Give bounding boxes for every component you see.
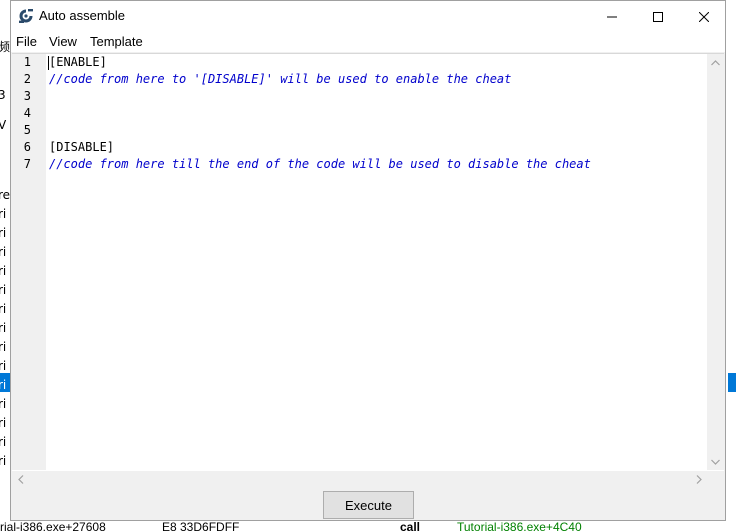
line-number: 6: [23, 140, 31, 154]
background-fragment: 3: [0, 88, 6, 102]
code-line: //code from here to '[DISABLE]' will be …: [49, 72, 512, 86]
menu-file[interactable]: File: [16, 34, 37, 49]
window-title: Auto assemble: [39, 8, 125, 23]
background-fragment: 频: [0, 40, 10, 54]
line-number: 5: [23, 123, 31, 137]
minimize-icon: [607, 16, 617, 17]
line-number: 4: [23, 106, 31, 120]
scroll-right-icon[interactable]: [690, 471, 707, 488]
close-button[interactable]: [681, 1, 727, 32]
line-number: 1: [23, 55, 31, 69]
close-icon: [699, 11, 709, 22]
line-number-gutter: 1 2 3 4 5 6 7: [12, 54, 46, 470]
code-area[interactable]: [ENABLE] //code from here to '[DISABLE]'…: [48, 54, 687, 470]
background-fragment: ri: [0, 302, 7, 316]
vertical-scrollbar[interactable]: [707, 54, 724, 470]
maximize-button[interactable]: [635, 1, 681, 32]
scroll-down-icon[interactable]: [707, 453, 724, 470]
scrollbar-corner: [707, 471, 724, 488]
code-line: [ENABLE]: [49, 55, 107, 69]
code-line: [DISABLE]: [49, 140, 115, 154]
background-fragment: V: [0, 118, 7, 132]
code-editor[interactable]: 1 2 3 4 5 6 7 [ENABLE] //code from here …: [12, 53, 724, 488]
line-number: 3: [23, 89, 31, 103]
auto-assemble-window: Auto assemble File View Template 1 2 3 4…: [10, 0, 726, 521]
disasm-operand: Tutorial-i386.exe+4C40: [457, 520, 582, 531]
execute-button[interactable]: Execute: [323, 491, 414, 519]
background-disassembly-row: rial-i386.exe+27608 E8 33D6FDFF call Tut…: [0, 520, 736, 531]
scroll-up-icon[interactable]: [707, 54, 724, 71]
background-fragment: ri: [0, 397, 7, 411]
background-fragment: ri: [0, 340, 7, 354]
menu-bar: File View Template: [11, 32, 725, 52]
horizontal-scrollbar[interactable]: [12, 471, 707, 488]
background-fragment: ri: [0, 359, 7, 373]
disasm-bytes: E8 33D6FDFF: [162, 520, 240, 531]
background-selected-row-right: [728, 373, 736, 392]
background-fragment: ri: [0, 454, 7, 468]
background-fragment: re: [0, 188, 10, 202]
background-fragment: ri: [0, 416, 7, 430]
title-bar[interactable]: Auto assemble: [11, 1, 725, 32]
line-number: 7: [23, 157, 31, 171]
menu-template[interactable]: Template: [90, 34, 143, 49]
code-line: //code from here till the end of the cod…: [49, 157, 591, 171]
background-app-left-edge: 频 3 V re ri ri ri ri ri ri ri ri ri ri r…: [0, 0, 10, 531]
background-fragment: ri: [0, 245, 7, 259]
background-fragment: ri: [0, 321, 7, 335]
disasm-opcode: call: [400, 520, 421, 531]
background-fragment: ri: [0, 207, 7, 221]
line-number: 2: [23, 72, 31, 86]
minimize-button[interactable]: [589, 1, 635, 32]
background-fragment: ri: [0, 378, 7, 392]
cheat-engine-icon: [18, 8, 34, 24]
disasm-address: rial-i386.exe+27608: [0, 520, 106, 531]
scroll-left-icon[interactable]: [12, 471, 29, 488]
background-fragment: ri: [0, 264, 7, 278]
background-fragment: ri: [0, 226, 7, 240]
menu-view[interactable]: View: [49, 34, 77, 49]
background-fragment: ri: [0, 283, 7, 297]
background-fragment: ri: [0, 435, 7, 449]
maximize-icon: [653, 11, 663, 22]
